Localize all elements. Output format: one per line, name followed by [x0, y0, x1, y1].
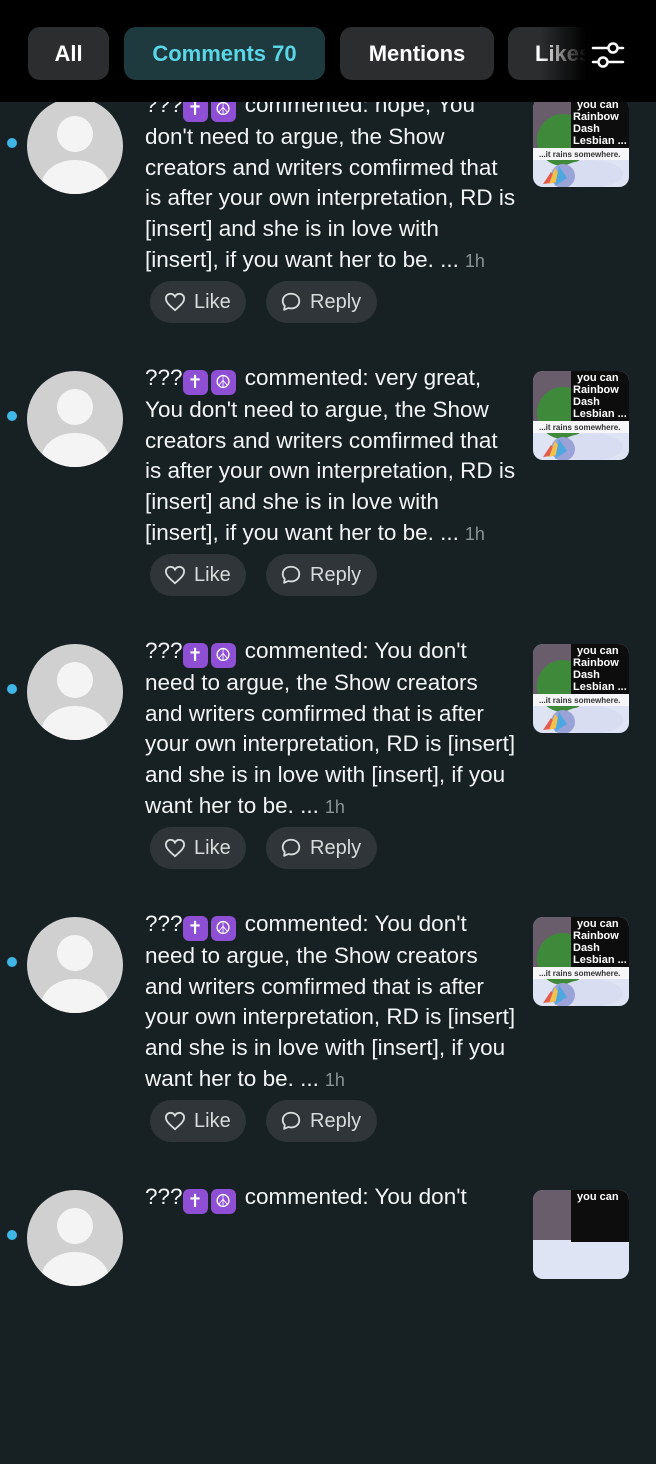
comment-body: commented: You don't [238, 1184, 467, 1209]
reply-label: Reply [310, 290, 362, 313]
thumbnail-text: Rainbow [573, 111, 619, 123]
thumbnail-text: Lesbian ... [573, 681, 627, 693]
cross-badge-icon: ✝ [182, 916, 208, 941]
thumbnail-text: Rainbow [573, 384, 619, 396]
heart-icon [164, 565, 186, 585]
peace-badge-icon: ☮ [210, 643, 236, 668]
thumbnail-text: you can [577, 372, 619, 384]
unread-dot [7, 957, 17, 967]
avatar[interactable] [27, 98, 123, 194]
thumbnail-text: Rainbow [573, 930, 619, 942]
unread-dot [7, 411, 17, 421]
speech-bubble-icon [281, 838, 301, 857]
comment-text: ??? ✝ ☮ commented: You don't need to argue… [145, 636, 517, 823]
comment-notification[interactable]: ??? ✝ ☮ commented: nope, You don't need to… [0, 92, 656, 372]
video-thumbnail[interactable]: you can Rainbow Dash Lesbian ... ...it r… [533, 98, 629, 187]
timestamp: 1h [324, 1069, 345, 1090]
cross-badge-icon: ✝ [182, 1189, 208, 1214]
thumbnail-caption: ...it rains somewhere. [539, 423, 620, 432]
thumbnail-text: Lesbian ... [573, 954, 627, 966]
avatar[interactable] [27, 644, 123, 740]
like-button[interactable]: Like [150, 554, 246, 596]
reply-button[interactable]: Reply [266, 1100, 377, 1142]
commenter-name: ??? [145, 365, 183, 390]
heart-icon [164, 1111, 186, 1131]
commenter-name: ??? [145, 638, 183, 663]
cross-badge-icon: ✝ [182, 370, 208, 395]
tab-mentions[interactable]: Mentions [340, 27, 494, 80]
reply-button[interactable]: Reply [266, 554, 377, 596]
tab-all[interactable]: All [28, 27, 109, 80]
comment-notification[interactable]: ??? ✝ ☮ commented: You don't need to argue… [0, 638, 656, 918]
thumbnail-text: Dash [573, 123, 600, 135]
timestamp: 1h [464, 523, 485, 544]
thumbnail-text: Dash [573, 669, 600, 681]
comment-text: ??? ✝ ☮ commented: very great, You don't n… [145, 363, 517, 550]
avatar[interactable] [27, 1190, 123, 1286]
sliders-icon [591, 42, 625, 68]
video-thumbnail[interactable]: you can Rainbow Dash Lesbian ... ...it r… [533, 371, 629, 460]
thumbnail-text: Dash [573, 396, 600, 408]
speech-bubble-icon [281, 292, 301, 311]
peace-badge-icon: ☮ [210, 1189, 236, 1214]
commenter-name: ??? [145, 1184, 183, 1209]
commenter-name: ??? [145, 911, 183, 936]
unread-dot [7, 138, 17, 148]
thumbnail-text: you can [577, 918, 619, 930]
comment-text: ??? ✝ ☮ commented: You don't [145, 1182, 517, 1214]
peace-badge-icon: ☮ [210, 916, 236, 941]
filter-button[interactable] [586, 33, 630, 77]
like-label: Like [194, 290, 231, 313]
comment-notification[interactable]: ??? ✝ ☮ commented: You don't need to argue… [0, 911, 656, 1191]
comment-text: ??? ✝ ☮ commented: You don't need to argue… [145, 909, 517, 1096]
cross-badge-icon: ✝ [182, 643, 208, 668]
comment-notification[interactable]: ??? ✝ ☮ commented: very great, You don't n… [0, 365, 656, 645]
comment-text: ??? ✝ ☮ commented: nope, You don't need to… [145, 90, 517, 277]
thumbnail-text: Rainbow [573, 657, 619, 669]
thumbnail-text: you can [577, 645, 619, 657]
unread-dot [7, 684, 17, 694]
reply-label: Reply [310, 1109, 362, 1132]
unread-dot [7, 1230, 17, 1240]
thumbnail-text: you can [577, 1191, 619, 1203]
like-label: Like [194, 1109, 231, 1132]
activity-feed: ??? ✝ ☮ commented: nope, You don't need to… [0, 0, 656, 1286]
video-thumbnail[interactable]: you can Rainbow Dash Lesbian ... ...it r… [533, 917, 629, 1006]
speech-bubble-icon [281, 1111, 301, 1130]
avatar[interactable] [27, 917, 123, 1013]
video-thumbnail[interactable]: you can Rainbow Dash Lesbian ... ...it r… [533, 644, 629, 733]
reply-button[interactable]: Reply [266, 827, 377, 869]
comment-notification[interactable]: ??? ✝ ☮ commented: You don't you can [0, 1184, 656, 1464]
thumbnail-caption: ...it rains somewhere. [539, 150, 620, 159]
timestamp: 1h [324, 796, 345, 817]
thumbnail-caption: ...it rains somewhere. [539, 696, 620, 705]
thumbnail-text: Lesbian ... [573, 408, 627, 420]
speech-bubble-icon [281, 565, 301, 584]
notification-tab-bar: All Comments 70 Mentions Likes [0, 0, 656, 102]
thumbnail-caption: ...it rains somewhere. [539, 969, 620, 978]
like-button[interactable]: Like [150, 827, 246, 869]
reply-label: Reply [310, 563, 362, 586]
timestamp: 1h [464, 250, 485, 271]
like-button[interactable]: Like [150, 1100, 246, 1142]
thumbnail-text: Dash [573, 942, 600, 954]
reply-label: Reply [310, 836, 362, 859]
reply-button[interactable]: Reply [266, 281, 377, 323]
like-label: Like [194, 836, 231, 859]
heart-icon [164, 838, 186, 858]
thumbnail-text: Lesbian ... [573, 135, 627, 147]
avatar[interactable] [27, 371, 123, 467]
tab-comments[interactable]: Comments 70 [124, 27, 325, 80]
heart-icon [164, 292, 186, 312]
video-thumbnail[interactable]: you can [533, 1190, 629, 1279]
like-label: Like [194, 563, 231, 586]
like-button[interactable]: Like [150, 281, 246, 323]
peace-badge-icon: ☮ [210, 370, 236, 395]
